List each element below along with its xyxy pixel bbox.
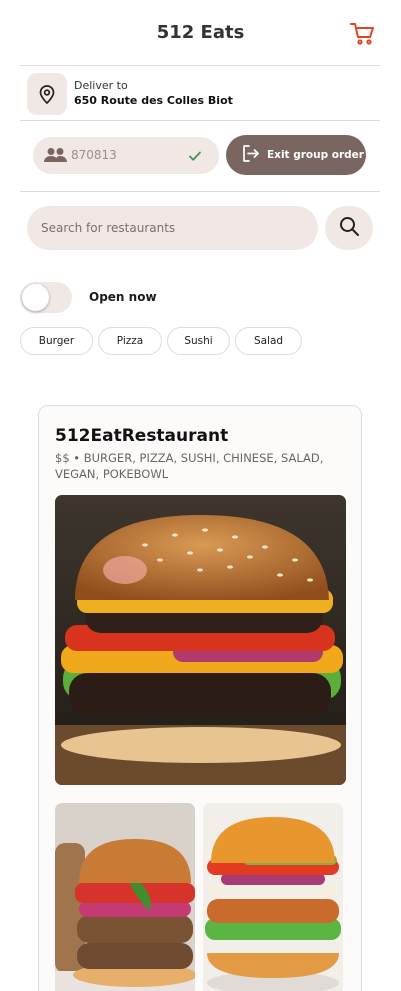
category-chip-salad[interactable]: Salad bbox=[235, 327, 302, 355]
app-title: 512 Eats bbox=[156, 22, 245, 43]
check-icon bbox=[188, 148, 202, 167]
toggle-knob bbox=[22, 284, 49, 311]
search-input[interactable] bbox=[41, 219, 301, 237]
search-button[interactable] bbox=[325, 206, 373, 250]
location-pin-icon bbox=[27, 73, 67, 115]
restaurant-meta: $$ • BURGER, PIZZA, SUSHI, CHINESE, SALA… bbox=[55, 451, 324, 481]
category-chip-burger[interactable]: Burger bbox=[20, 327, 93, 355]
exit-icon bbox=[241, 144, 260, 166]
divider bbox=[20, 191, 380, 192]
restaurant-name: 512EatRestaurant bbox=[55, 426, 229, 446]
restaurant-photo-chicken-burger bbox=[203, 803, 343, 991]
deliver-to-label: Deliver to bbox=[74, 79, 128, 92]
exit-group-order-label: Exit group order bbox=[267, 149, 364, 161]
category-chips: Burger Pizza Sushi Salad bbox=[20, 327, 302, 355]
search-field[interactable] bbox=[27, 206, 318, 250]
restaurant-main-photo bbox=[55, 495, 346, 785]
group-code-field[interactable] bbox=[33, 137, 219, 174]
category-chip-pizza[interactable]: Pizza bbox=[98, 327, 162, 355]
app-header: 512 Eats bbox=[0, 0, 401, 66]
restaurant-photo-veggie-burger bbox=[55, 803, 195, 991]
open-now-toggle[interactable] bbox=[20, 282, 72, 313]
exit-group-order-button[interactable]: Exit group order bbox=[226, 135, 366, 175]
divider bbox=[20, 65, 380, 66]
search-icon bbox=[339, 216, 360, 241]
open-now-label: Open now bbox=[89, 290, 157, 304]
group-users-icon bbox=[44, 147, 67, 167]
group-code-input[interactable] bbox=[71, 146, 181, 164]
restaurant-card[interactable]: 512EatRestaurant $$ • BURGER, PIZZA, SUS… bbox=[38, 405, 362, 991]
delivery-address[interactable]: Deliver to 650 Route des Colles Biot bbox=[27, 73, 367, 115]
delivery-address-text: 650 Route des Colles Biot bbox=[74, 94, 233, 107]
cart-icon[interactable] bbox=[349, 21, 375, 47]
divider bbox=[20, 120, 380, 121]
category-chip-sushi[interactable]: Sushi bbox=[167, 327, 230, 355]
